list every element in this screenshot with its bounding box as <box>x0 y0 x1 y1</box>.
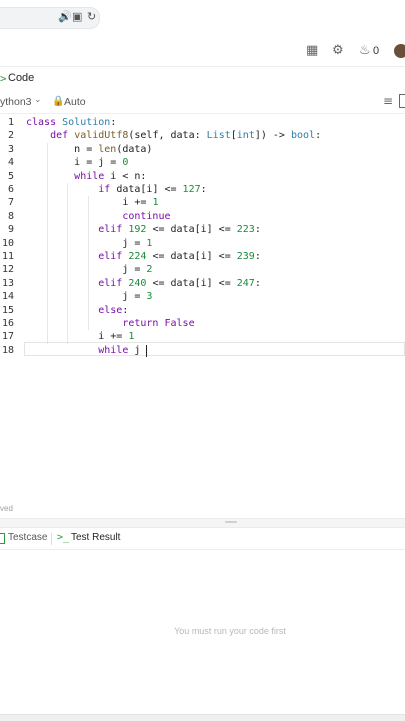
line-number: 6 <box>7 184 14 195</box>
line-number: 4 <box>7 157 14 169</box>
editor-toolbar: ython3 ⌄ 🔒 Auto ≡ <box>0 91 405 114</box>
tab-test-result[interactable]: Test Result <box>71 532 120 543</box>
language-select[interactable]: ython3 <box>0 96 32 108</box>
code-text[interactable]: if data[i] <= 127: <box>26 183 206 196</box>
code-line[interactable]: 4 i = j = 0 <box>0 156 405 169</box>
code-text[interactable]: class Solution: <box>26 116 116 129</box>
code-line[interactable]: 1 class Solution: <box>0 116 405 129</box>
empty-result-message: You must run your code first <box>174 626 286 636</box>
code-line[interactable]: 11 elif 224 <= data[i] <= 239: <box>0 250 405 263</box>
code-line[interactable]: 9 elif 192 <= data[i] <= 223: <box>0 223 405 236</box>
line-number: 7 <box>7 197 14 209</box>
line-number: 12 <box>1 264 14 276</box>
code-line[interactable]: 8 continue <box>0 210 405 223</box>
line-number: 14 <box>1 291 14 303</box>
line-number: 18 <box>1 344 14 356</box>
streak-count: 0 <box>373 45 380 57</box>
tab-separator <box>51 533 52 545</box>
refresh-icon[interactable]: ↻ <box>87 10 96 23</box>
line-number: 8 <box>7 210 14 222</box>
code-text[interactable]: j = 2 <box>26 263 152 276</box>
line-number: 5 <box>7 170 14 182</box>
resize-handle[interactable] <box>225 521 237 523</box>
code-line[interactable]: 10 j = 1 <box>0 237 405 250</box>
translate-icon[interactable]: ▣ <box>72 10 82 23</box>
code-line[interactable]: 15 else: <box>0 304 405 317</box>
text-cursor <box>146 345 148 357</box>
line-number: 11 <box>1 251 14 262</box>
line-number: 16 <box>1 318 14 329</box>
bracket-icon[interactable] <box>399 94 405 108</box>
panel-divider[interactable] <box>0 518 405 528</box>
code-line[interactable]: 2 def validUtf8(self, data: List[int]) -… <box>0 129 405 142</box>
code-text[interactable]: def validUtf8(self, data: List[int]) -> … <box>26 129 321 142</box>
speaker-icon[interactable]: 🔊 <box>58 10 72 23</box>
bottom-tabs: Testcase >_ Test Result <box>0 529 405 550</box>
code-text[interactable]: i = j = 0 <box>26 156 128 169</box>
fire-icon[interactable]: ♨ <box>359 43 371 58</box>
chevron-down-icon[interactable]: ⌄ <box>34 95 42 105</box>
code-line[interactable]: 3 n = len(data) <box>0 143 405 156</box>
code-icon: > <box>0 72 7 85</box>
tab-testcase[interactable]: Testcase <box>8 532 47 543</box>
line-number: 17 <box>1 331 14 343</box>
terminal-icon: >_ <box>57 532 70 543</box>
indent-guide <box>47 142 48 344</box>
line-number: 1 <box>7 117 14 128</box>
settings-gear-icon[interactable]: ⚙ <box>332 43 344 58</box>
indent-guide <box>67 183 68 344</box>
code-line[interactable]: 5 while i < n: <box>0 170 405 183</box>
current-line-highlight <box>24 342 405 356</box>
lock-icon: 🔒 <box>52 96 65 107</box>
code-line[interactable]: 12 j = 2 <box>0 263 405 276</box>
code-text[interactable]: elif 224 <= data[i] <= 239: <box>26 250 261 263</box>
panel-title: Code <box>8 72 35 84</box>
line-number: 9 <box>7 224 14 236</box>
line-number: 3 <box>7 143 14 155</box>
layout-grid-icon[interactable]: ▦ <box>306 43 318 58</box>
app-header: ▦ ⚙ ♨ 0 <box>0 36 405 67</box>
code-line[interactable]: 13 elif 240 <= data[i] <= 247: <box>0 277 405 290</box>
browser-toolbar: 🔊 ▣ ↻ <box>0 0 405 37</box>
code-text[interactable]: i += 1 <box>26 196 158 209</box>
code-editor[interactable]: 1 class Solution: 2 def validUtf8(self, da… <box>0 116 405 376</box>
code-text[interactable]: while i < n: <box>26 170 146 183</box>
code-text[interactable]: return False <box>26 317 194 330</box>
address-bar[interactable] <box>0 7 100 29</box>
line-number: 15 <box>1 304 14 316</box>
code-text[interactable]: else: <box>26 304 128 317</box>
avatar[interactable] <box>394 44 405 58</box>
save-status: ved <box>0 504 13 513</box>
code-text[interactable]: elif 240 <= data[i] <= 247: <box>26 277 261 290</box>
testcase-icon <box>0 533 5 544</box>
auto-mode[interactable]: Auto <box>64 96 86 108</box>
code-line[interactable]: 16 return False <box>0 317 405 330</box>
code-text[interactable]: n = len(data) <box>26 143 152 156</box>
line-number: 2 <box>7 130 14 142</box>
code-panel-header: > Code <box>0 70 405 88</box>
code-text[interactable]: j = 1 <box>26 237 152 250</box>
code-line[interactable]: 14 j = 3 <box>0 290 405 303</box>
code-text[interactable]: j = 3 <box>26 290 152 303</box>
indent-guide <box>88 196 89 331</box>
line-number: 13 <box>1 277 14 289</box>
line-number: 10 <box>1 237 14 249</box>
code-line[interactable]: 6 if data[i] <= 127: <box>0 183 405 196</box>
code-text[interactable]: elif 192 <= data[i] <= 223: <box>26 223 261 236</box>
menu-lines-icon[interactable]: ≡ <box>383 94 393 108</box>
code-line[interactable]: 7 i += 1 <box>0 196 405 209</box>
